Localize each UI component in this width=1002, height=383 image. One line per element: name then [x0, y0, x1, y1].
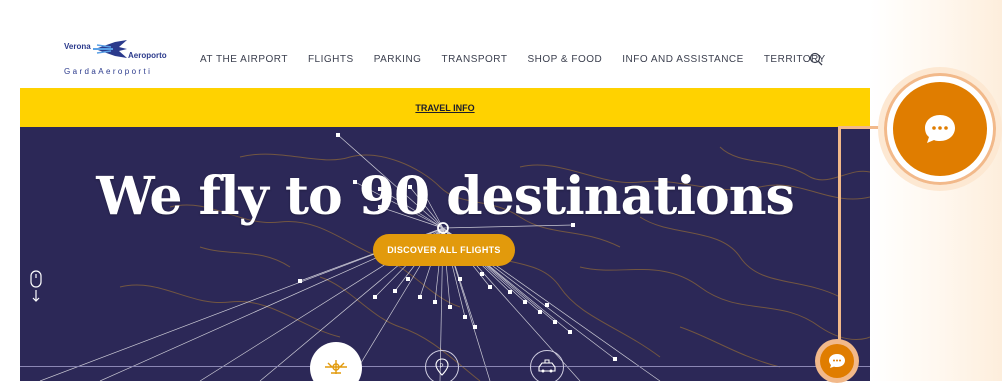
chat-callout-line-horizontal	[838, 126, 881, 129]
discover-button-label: DISCOVER ALL FLIGHTS	[387, 245, 501, 255]
site-header: Verona Aeroporto GardaAeroporti AT THE A…	[0, 0, 870, 88]
plane-logo-icon	[93, 40, 127, 58]
chat-launcher-small-core	[820, 344, 854, 378]
main-nav: AT THE AIRPORT FLIGHTS PARKING TRANSPORT…	[200, 54, 826, 65]
nav-item-at-the-airport[interactable]: AT THE AIRPORT	[200, 54, 288, 65]
nav-item-shop-food[interactable]: SHOP & FOOD	[527, 54, 602, 65]
logo-word-aeroporto: Aeroporto	[128, 51, 167, 60]
airplane-icon	[325, 360, 347, 374]
travel-info-link[interactable]: TRAVEL INFO	[415, 103, 474, 113]
mouse-scroll-icon[interactable]	[29, 270, 43, 304]
nav-item-flights[interactable]: FLIGHTS	[308, 54, 354, 65]
hero-title: We fly to 90 destinations	[96, 165, 795, 227]
chat-launcher-small[interactable]	[815, 339, 859, 383]
taxi-car-icon	[538, 359, 556, 373]
parking-icon: P	[435, 358, 449, 376]
parking-service-button[interactable]: P	[425, 350, 459, 381]
travel-info-bar: TRAVEL INFO	[20, 88, 870, 127]
nav-item-info-assistance[interactable]: INFO AND ASSISTANCE	[622, 54, 744, 65]
transport-service-button[interactable]	[530, 350, 564, 381]
logo-word-verona: Verona	[64, 42, 91, 51]
chat-launcher-core	[893, 82, 987, 176]
nav-item-transport[interactable]: TRANSPORT	[441, 54, 507, 65]
hero-section: We fly to 90 destinations DISCOVER ALL F…	[20, 127, 870, 381]
logo-word-garda: GardaAeroporti	[64, 67, 153, 76]
search-icon[interactable]	[809, 52, 823, 66]
airport-logo[interactable]: Verona Aeroporto GardaAeroporti	[60, 36, 178, 80]
chat-launcher-ring	[884, 73, 996, 185]
discover-all-flights-button[interactable]: DISCOVER ALL FLIGHTS	[373, 234, 515, 266]
chat-callout-line-vertical	[838, 126, 841, 342]
chat-bubble-small-icon	[829, 354, 845, 368]
chat-launcher-large[interactable]	[878, 67, 1002, 191]
chat-bubble-icon	[925, 115, 955, 143]
svg-text:P: P	[440, 364, 444, 370]
nav-item-parking[interactable]: PARKING	[374, 54, 422, 65]
